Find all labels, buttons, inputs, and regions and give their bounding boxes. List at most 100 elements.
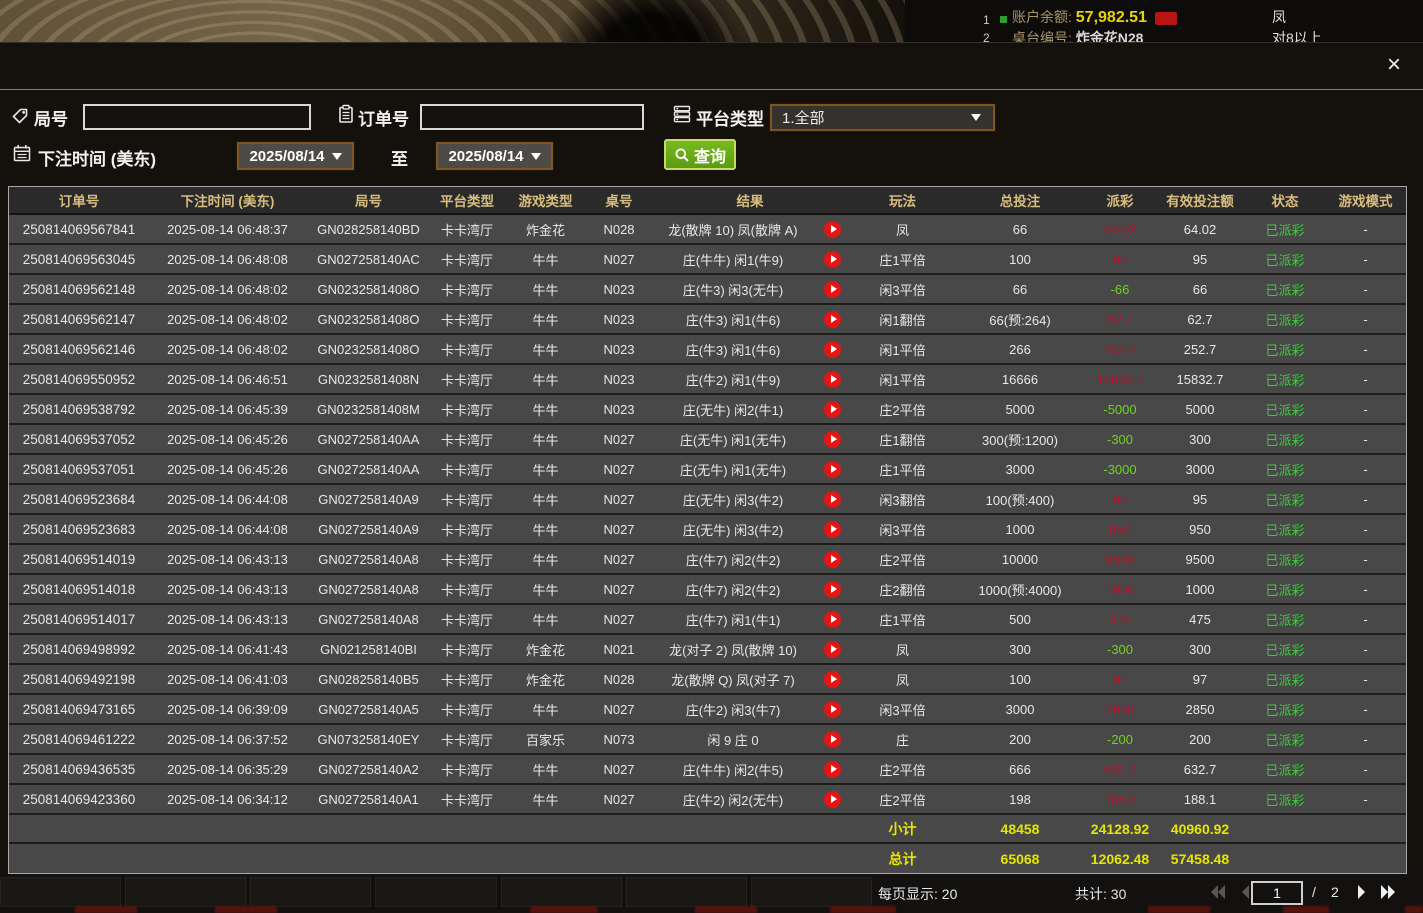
close-icon[interactable]: × (1378, 49, 1410, 81)
cell-result: 庄(牛7) 闲1(牛1) (650, 610, 850, 629)
play-video-icon[interactable] (824, 761, 841, 778)
cell-time: 2025-08-14 06:48:02 (149, 282, 306, 297)
cell-mode: - (1325, 462, 1406, 477)
cell-valid_bet: 66 (1155, 282, 1245, 297)
page-number-input[interactable] (1251, 881, 1303, 905)
first-page-icon[interactable] (1206, 882, 1228, 902)
total-totalbet: 65068 (955, 851, 1085, 867)
play-video-icon[interactable] (824, 701, 841, 718)
cell-platform: 卡卡湾厅 (431, 280, 503, 299)
cell-order: 250814069461222 (9, 732, 149, 747)
table-row: 2508140695509522025-08-14 06:46:51GN0232… (9, 365, 1406, 395)
cell-time: 2025-08-14 06:41:43 (149, 642, 306, 657)
play-video-icon[interactable] (824, 251, 841, 268)
table-row: 2508140695140172025-08-14 06:43:13GN0272… (9, 605, 1406, 635)
cell-play: 庄1平倍 (850, 250, 955, 269)
flag-icon (1155, 12, 1177, 25)
cell-platform: 卡卡湾厅 (431, 760, 503, 779)
cell-play: 庄 (850, 730, 955, 749)
platform-select[interactable]: 1.全部 (770, 104, 995, 131)
cell-valid_bet: 64.02 (1155, 222, 1245, 237)
play-video-icon[interactable] (824, 431, 841, 448)
date-from-picker[interactable]: 2025/08/14 (237, 142, 354, 170)
cell-game: 炸金花 (503, 220, 588, 239)
cell-table: N023 (588, 402, 650, 417)
total-validbet: 57458.48 (1155, 851, 1245, 867)
date-to-picker[interactable]: 2025/08/14 (436, 142, 553, 170)
cell-round: GN021258140BI (306, 642, 431, 657)
result-text: 庄(牛7) 闲2(牛2) (686, 580, 781, 599)
cell-status: 已派彩 (1245, 460, 1325, 479)
play-video-icon[interactable] (824, 401, 841, 418)
cell-game: 牛牛 (503, 460, 588, 479)
play-video-icon[interactable] (824, 551, 841, 568)
cell-play: 庄2平倍 (850, 400, 955, 419)
cell-platform: 卡卡湾厅 (431, 250, 503, 269)
round-filter-label: 局号 (34, 105, 68, 130)
cell-order: 250814069436535 (9, 762, 149, 777)
platform-list-icon (672, 104, 692, 124)
cell-round: GN027258140A2 (306, 762, 431, 777)
order-input[interactable] (420, 104, 644, 130)
play-video-icon[interactable] (824, 491, 841, 508)
cell-round: GN0232581408O (306, 312, 431, 327)
cell-platform: 卡卡湾厅 (431, 310, 503, 329)
play-video-icon[interactable] (824, 341, 841, 358)
cell-valid_bet: 5000 (1155, 402, 1245, 417)
play-video-icon[interactable] (824, 371, 841, 388)
play-video-icon[interactable] (824, 581, 841, 598)
play-video-icon[interactable] (824, 221, 841, 238)
cell-table: N023 (588, 312, 650, 327)
cell-play: 闲3平倍 (850, 520, 955, 539)
cell-game: 牛牛 (503, 580, 588, 599)
play-triangle (831, 555, 837, 563)
cell-platform: 卡卡湾厅 (431, 370, 503, 389)
last-page-icon[interactable] (1377, 882, 1399, 902)
next-page-icon[interactable] (1350, 882, 1372, 902)
cell-mode: - (1325, 252, 1406, 267)
cell-round: GN027258140A8 (306, 582, 431, 597)
play-video-icon[interactable] (824, 791, 841, 808)
total-payout: 12062.48 (1085, 851, 1155, 867)
table-row: 2508140695621462025-08-14 06:48:02GN0232… (9, 335, 1406, 365)
cell-payout: 1900 (1085, 582, 1155, 597)
cell-time: 2025-08-14 06:41:03 (149, 672, 306, 687)
cell-order: 250814069514019 (9, 552, 149, 567)
round-input[interactable] (83, 104, 311, 130)
play-video-icon[interactable] (824, 461, 841, 478)
cell-table: N027 (588, 522, 650, 537)
result-text: 庄(牛2) 闲3(牛7) (686, 700, 781, 719)
cell-result: 庄(牛牛) 闲2(牛5) (650, 760, 850, 779)
play-video-icon[interactable] (824, 311, 841, 328)
search-button[interactable]: 查询 (664, 139, 736, 170)
cell-order: 250814069423360 (9, 792, 149, 807)
play-video-icon[interactable] (824, 671, 841, 688)
clipboard-icon (336, 104, 356, 124)
result-text: 庄(牛3) 闲1(牛6) (686, 310, 781, 329)
play-video-icon[interactable] (824, 611, 841, 628)
cell-time: 2025-08-14 06:44:08 (149, 492, 306, 507)
cell-play: 凤 (850, 670, 955, 689)
subtotal-payout: 24128.92 (1085, 821, 1155, 837)
cell-valid_bet: 632.7 (1155, 762, 1245, 777)
page-size-text: 每页显示: 20 (878, 884, 957, 904)
cell-game: 牛牛 (503, 760, 588, 779)
play-video-icon[interactable] (824, 641, 841, 658)
cell-status: 已派彩 (1245, 640, 1325, 659)
cell-total_bet: 300 (955, 642, 1085, 657)
caret-down-icon (531, 153, 541, 160)
cell-platform: 卡卡湾厅 (431, 490, 503, 509)
play-video-icon[interactable] (824, 281, 841, 298)
cell-platform: 卡卡湾厅 (431, 790, 503, 809)
date-from-value: 2025/08/14 (249, 148, 324, 165)
cell-payout: 2850 (1085, 702, 1155, 717)
play-triangle (831, 675, 837, 683)
cell-valid_bet: 97 (1155, 672, 1245, 687)
cell-round: GN0232581408N (306, 372, 431, 387)
play-video-icon[interactable] (824, 731, 841, 748)
cell-time: 2025-08-14 06:48:08 (149, 252, 306, 267)
cell-game: 牛牛 (503, 610, 588, 629)
page-separator: / (1312, 884, 1316, 900)
cell-result: 庄(无牛) 闲2(牛1) (650, 400, 850, 419)
play-video-icon[interactable] (824, 521, 841, 538)
